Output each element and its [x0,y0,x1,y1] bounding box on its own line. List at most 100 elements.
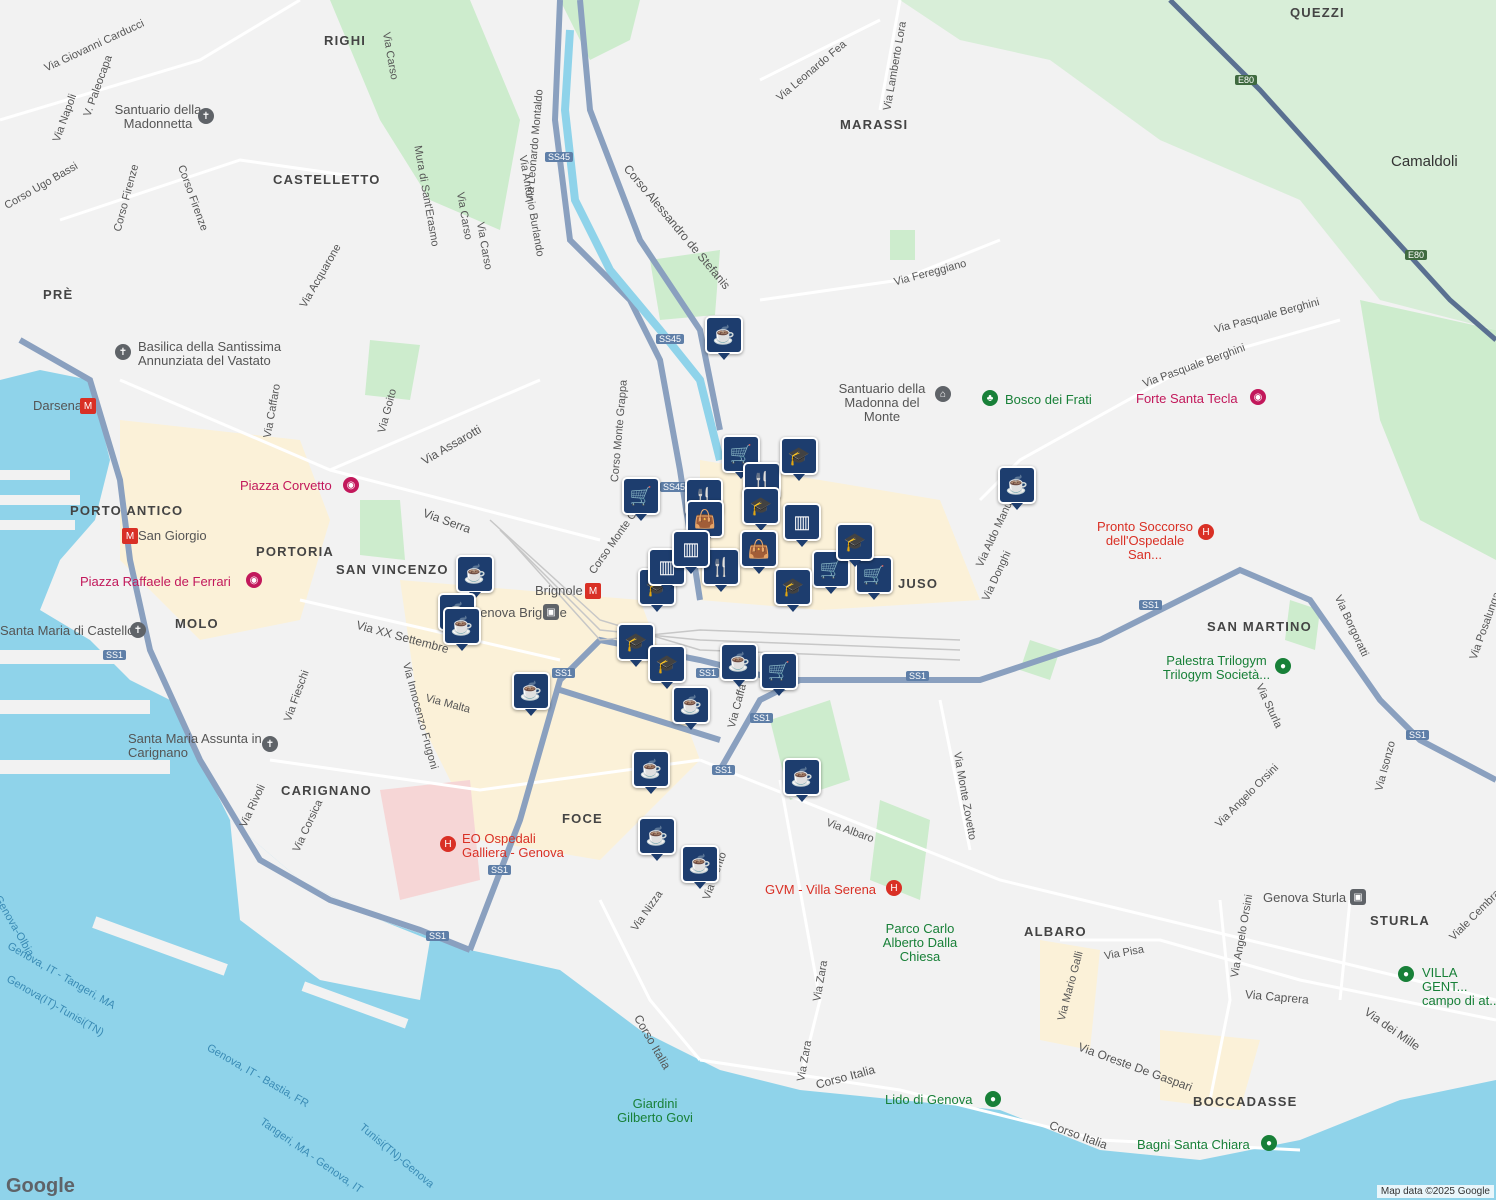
place-piazza-corvetto[interactable]: Piazza Corvetto [240,478,332,493]
place-giardini-govi[interactable]: Giardini Gilberto Govi [610,1097,700,1125]
school-marker[interactable]: 🎓 [774,568,812,612]
highway-shield: SS1 [750,713,774,723]
cafe-marker[interactable]: ☕ [456,555,494,599]
graduation-cap-icon: 🎓 [749,495,773,516]
hospital-icon: H [886,880,902,896]
highway-shield: SS45 [545,152,574,162]
shopping-bag-icon: 👜 [747,538,771,559]
highway-shield: SS1 [906,671,930,681]
place-genova-sturla[interactable]: Genova Sturla [1263,890,1346,905]
district-label: SAN VINCENZO [336,562,449,577]
place-santa-maria-carignano[interactable]: Santa Maria Assunta in Carignano [128,732,268,760]
church-icon: ✝ [115,344,131,360]
cart-icon: 🛒 [629,485,653,506]
cafe-marker[interactable]: ☕ [720,643,758,687]
highway-shield: SS1 [1139,600,1163,610]
church-icon: ✝ [198,108,214,124]
school-marker[interactable]: 🎓 [648,645,686,689]
cafe-marker[interactable]: ☕ [998,466,1036,510]
cafe-marker[interactable]: ☕ [681,845,719,889]
train-icon: ▣ [543,604,559,620]
store-icon: ▥ [682,538,700,559]
gym-icon: ● [985,1091,1001,1107]
cart-icon: 🛒 [819,558,843,579]
place-darsena[interactable]: Darsena [33,398,82,413]
cafe-icon: ☕ [1005,474,1029,495]
shopping-bag-icon: 👜 [693,508,717,529]
place-bosco-dei-frati[interactable]: Bosco dei Frati [1005,392,1092,407]
camera-icon: ◉ [246,572,262,588]
place-villa-gentile[interactable]: VILLA GENT... campo di at... [1422,966,1496,1008]
map-attribution[interactable]: Map data ©2025 Google [1376,1185,1494,1198]
district-label: PORTO ANTICO [70,503,184,518]
metro-icon: M [80,398,96,414]
district-label: MARASSI [840,117,909,132]
cafe-icon: ☕ [519,680,543,701]
highway-shield: SS1 [488,865,512,875]
place-brignole-metro[interactable]: Brignole [535,583,583,598]
school-marker[interactable]: 🎓 [780,437,818,481]
cafe-marker[interactable]: ☕ [783,758,821,802]
place-piazza-de-ferrari[interactable]: Piazza Raffaele de Ferrari [80,574,231,589]
school-marker[interactable]: 🎓 [836,523,874,567]
store-marker[interactable]: ▥ [672,530,710,574]
cafe-icon: ☕ [639,758,663,779]
cafe-icon: ☕ [727,651,751,672]
place-villa-serena[interactable]: GVM - Villa Serena [765,882,876,897]
place-santa-maria-castello[interactable]: Santa Maria di Castello [0,623,134,638]
cafe-marker[interactable]: ☕ [638,817,676,861]
district-label: JUSO [898,576,939,591]
place-basilica-annunziata[interactable]: Basilica della Santissima Annunziata del… [138,340,298,368]
cart-icon: 🛒 [862,564,886,585]
cafe-marker[interactable]: ☕ [443,607,481,651]
district-label: STURLA [1370,913,1430,928]
metro-icon: M [585,583,601,599]
cafe-marker[interactable]: ☕ [632,750,670,794]
map-canvas[interactable] [0,0,1496,1200]
place-bagni-santa-chiara[interactable]: Bagni Santa Chiara [1137,1137,1250,1152]
highway-shield: SS1 [426,931,450,941]
place-madonna-del-monte[interactable]: Santuario della Madonna del Monte [832,382,932,424]
district-label: SAN MARTINO [1207,619,1312,634]
camera-icon: ◉ [1250,389,1266,405]
cafe-icon: ☕ [463,563,487,584]
place-lido-di-genova[interactable]: Lido di Genova [885,1092,972,1107]
district-label: MOLO [175,616,219,631]
gym-icon: ● [1398,966,1414,982]
graduation-cap-icon: 🎓 [843,531,867,552]
store-marker[interactable]: ▥ [783,503,821,547]
shopping-marker[interactable]: 👜 [740,530,778,574]
place-galliera-hospital[interactable]: EO Ospedali Galliera - Genova [462,832,582,860]
cafe-marker[interactable]: ☕ [672,686,710,730]
place-parco-dalla-chiesa[interactable]: Parco Carlo Alberto Dalla Chiesa [875,922,965,964]
school-marker[interactable]: 🎓 [742,487,780,531]
district-label: CASTELLETTO [273,172,381,187]
district-label: RIGHI [324,33,367,48]
district-label: Camaldoli [1391,153,1458,170]
hospital-icon: H [440,836,456,852]
cafe-marker[interactable]: ☕ [512,672,550,716]
church-icon: ⌂ [935,386,951,402]
highway-shield: E80 [1405,250,1428,260]
highway-shield: SS1 [696,668,720,678]
fork-knife-icon: 🍴 [709,556,733,577]
cafe-marker[interactable]: ☕ [705,316,743,360]
place-forte-santa-tecla[interactable]: Forte Santa Tecla [1136,391,1238,406]
place-palestra-trilogym[interactable]: Palestra Trilogym Trilogym Società... [1154,654,1279,682]
graduation-cap-icon: 🎓 [781,576,805,597]
district-label: BOCCADASSE [1193,1094,1298,1109]
grocery-marker[interactable]: 🛒 [622,477,660,521]
highway-shield: SS45 [660,482,689,492]
church-icon: ✝ [130,622,146,638]
highway-shield: SS1 [552,668,576,678]
cafe-icon: ☕ [645,825,669,846]
graduation-cap-icon: 🎓 [655,653,679,674]
cafe-icon: ☕ [679,694,703,715]
graduation-cap-icon: 🎓 [624,631,648,652]
train-icon: ▣ [1350,889,1366,905]
place-san-giorgio[interactable]: San Giorgio [138,528,207,543]
metro-icon: M [122,528,138,544]
grocery-marker[interactable]: 🛒 [760,652,798,696]
cafe-icon: ☕ [450,615,474,636]
place-pronto-soccorso[interactable]: Pronto Soccorso dell'Ospedale San... [1090,520,1200,562]
